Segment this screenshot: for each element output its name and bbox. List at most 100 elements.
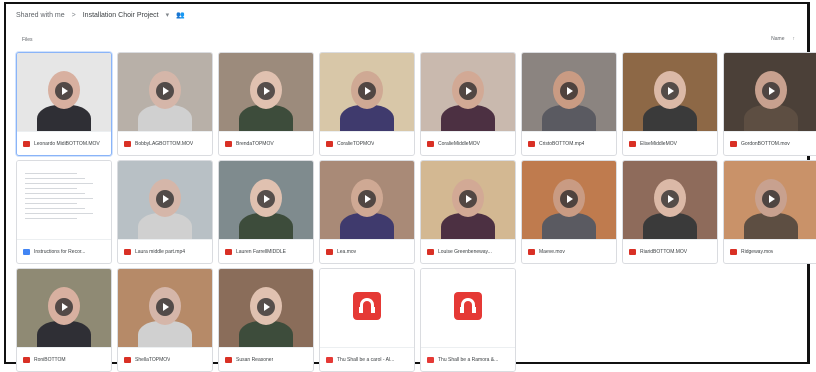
video-file-icon <box>124 356 131 363</box>
file-caption[interactable]: RiaridBOTTOM.MOV <box>623 239 717 263</box>
file-card[interactable]: BrendaTOPMOV <box>218 52 314 156</box>
file-caption[interactable]: Laura middle part.mp4 <box>118 239 212 263</box>
file-caption[interactable]: Leonardo MidiBOTTOM.MOV <box>17 131 111 155</box>
video-thumbnail[interactable] <box>17 53 111 131</box>
breadcrumb-current-folder[interactable]: Installation Choir Project <box>83 12 159 19</box>
file-card[interactable]: RoniBOTTOM <box>16 268 112 372</box>
file-name: RiaridBOTTOM.MOV <box>640 248 688 255</box>
file-card[interactable]: Susan Reasoner <box>218 268 314 372</box>
video-file-icon <box>225 248 232 255</box>
folder-dropdown-icon[interactable]: ▾ <box>166 11 170 19</box>
play-icon[interactable] <box>762 82 780 100</box>
pdf-file-icon <box>326 356 333 363</box>
file-caption[interactable]: Ridgeway.mov <box>724 239 816 263</box>
play-icon[interactable] <box>459 82 477 100</box>
file-card[interactable]: ShellaTOPMOV <box>117 268 213 372</box>
play-icon[interactable] <box>257 298 275 316</box>
file-card[interactable]: Thu Shall be a Ramora &... <box>420 268 516 372</box>
play-icon[interactable] <box>661 190 679 208</box>
video-thumbnail[interactable] <box>118 161 212 239</box>
file-name: GordonBOTTOM.mov <box>741 140 790 147</box>
video-thumbnail[interactable] <box>421 53 515 131</box>
video-thumbnail[interactable] <box>219 53 313 131</box>
video-thumbnail[interactable] <box>421 161 515 239</box>
file-card[interactable]: Lauren FarrellMIDDLE <box>218 160 314 264</box>
file-card[interactable]: GordonBOTTOM.mov <box>723 52 816 156</box>
file-caption[interactable]: EliseMiddleMOV <box>623 131 717 155</box>
play-icon[interactable] <box>358 82 376 100</box>
play-icon[interactable] <box>358 190 376 208</box>
file-caption[interactable]: Maeve.mov <box>522 239 616 263</box>
file-caption[interactable]: BobbyLAGBOTTOM.MOV <box>118 131 212 155</box>
video-thumbnail[interactable] <box>623 53 717 131</box>
file-card[interactable]: Laura middle part.mp4 <box>117 160 213 264</box>
file-card[interactable]: Maeve.mov <box>521 160 617 264</box>
file-name: Susan Reasoner <box>236 356 274 363</box>
video-thumbnail[interactable] <box>118 53 212 131</box>
file-card[interactable]: Leonardo MidiBOTTOM.MOV <box>16 52 112 156</box>
file-caption[interactable]: CoralieMiddleMOV <box>421 131 515 155</box>
file-caption[interactable]: Thu Shall be a Ramora &... <box>421 347 515 371</box>
document-thumbnail[interactable] <box>17 161 111 239</box>
video-thumbnail[interactable] <box>522 161 616 239</box>
play-icon[interactable] <box>156 82 174 100</box>
sort-control[interactable]: Name ↑ <box>771 36 795 42</box>
file-card[interactable]: Louise Greenbeneway... <box>420 160 516 264</box>
file-name: CristoBOTTOM.mp4 <box>539 140 585 147</box>
play-icon[interactable] <box>459 190 477 208</box>
play-icon[interactable] <box>55 82 73 100</box>
file-caption[interactable]: CoralieTOPMOV <box>320 131 414 155</box>
video-thumbnail[interactable] <box>320 53 414 131</box>
file-caption[interactable]: ShellaTOPMOV <box>118 347 212 371</box>
play-icon[interactable] <box>560 82 578 100</box>
file-caption[interactable]: Lauren FarrellMIDDLE <box>219 239 313 263</box>
file-caption[interactable]: GordonBOTTOM.mov <box>724 131 816 155</box>
video-thumbnail[interactable] <box>522 53 616 131</box>
breadcrumb-shared-with-me[interactable]: Shared with me <box>16 12 65 19</box>
file-card[interactable]: BobbyLAGBOTTOM.MOV <box>117 52 213 156</box>
breadcrumb: Shared with me > Installation Choir Proj… <box>16 11 185 20</box>
file-caption[interactable]: Thu Shall be a carol - Al... <box>320 347 414 371</box>
pdf-file-icon <box>427 356 434 363</box>
file-card[interactable]: RiaridBOTTOM.MOV <box>622 160 718 264</box>
play-icon[interactable] <box>257 190 275 208</box>
file-card[interactable]: Lea.mov <box>319 160 415 264</box>
file-caption[interactable]: Instructions for Recor... <box>17 239 111 263</box>
video-thumbnail[interactable] <box>320 161 414 239</box>
file-caption[interactable]: RoniBOTTOM <box>17 347 111 371</box>
video-thumbnail[interactable] <box>219 269 313 347</box>
file-name: Laura middle part.mp4 <box>135 248 186 255</box>
video-thumbnail[interactable] <box>118 269 212 347</box>
pdf-thumbnail[interactable] <box>421 269 515 347</box>
play-icon[interactable] <box>762 190 780 208</box>
file-caption[interactable]: Lea.mov <box>320 239 414 263</box>
file-caption[interactable]: Susan Reasoner <box>219 347 313 371</box>
play-icon[interactable] <box>257 82 275 100</box>
file-caption[interactable]: Louise Greenbeneway... <box>421 239 515 263</box>
video-thumbnail[interactable] <box>17 269 111 347</box>
file-card[interactable]: CristoBOTTOM.mp4 <box>521 52 617 156</box>
video-file-icon <box>225 356 232 363</box>
file-caption[interactable]: CristoBOTTOM.mp4 <box>522 131 616 155</box>
file-card[interactable]: Thu Shall be a carol - Al... <box>319 268 415 372</box>
file-card[interactable]: CoralieTOPMOV <box>319 52 415 156</box>
play-icon[interactable] <box>55 298 73 316</box>
play-icon[interactable] <box>156 298 174 316</box>
video-thumbnail[interactable] <box>724 53 816 131</box>
file-name: Lauren FarrellMIDDLE <box>236 248 287 255</box>
shared-people-icon[interactable]: 👥 <box>176 11 185 19</box>
play-icon[interactable] <box>560 190 578 208</box>
file-card[interactable]: Instructions for Recor... <box>16 160 112 264</box>
file-caption[interactable]: BrendaTOPMOV <box>219 131 313 155</box>
sort-name-label[interactable]: Name <box>771 36 784 42</box>
video-thumbnail[interactable] <box>724 161 816 239</box>
file-card[interactable]: EliseMiddleMOV <box>622 52 718 156</box>
file-card[interactable]: CoralieMiddleMOV <box>420 52 516 156</box>
video-thumbnail[interactable] <box>623 161 717 239</box>
pdf-thumbnail[interactable] <box>320 269 414 347</box>
sort-direction-icon[interactable]: ↑ <box>793 36 796 42</box>
file-card[interactable]: Ridgeway.mov <box>723 160 816 264</box>
video-thumbnail[interactable] <box>219 161 313 239</box>
play-icon[interactable] <box>156 190 174 208</box>
play-icon[interactable] <box>661 82 679 100</box>
